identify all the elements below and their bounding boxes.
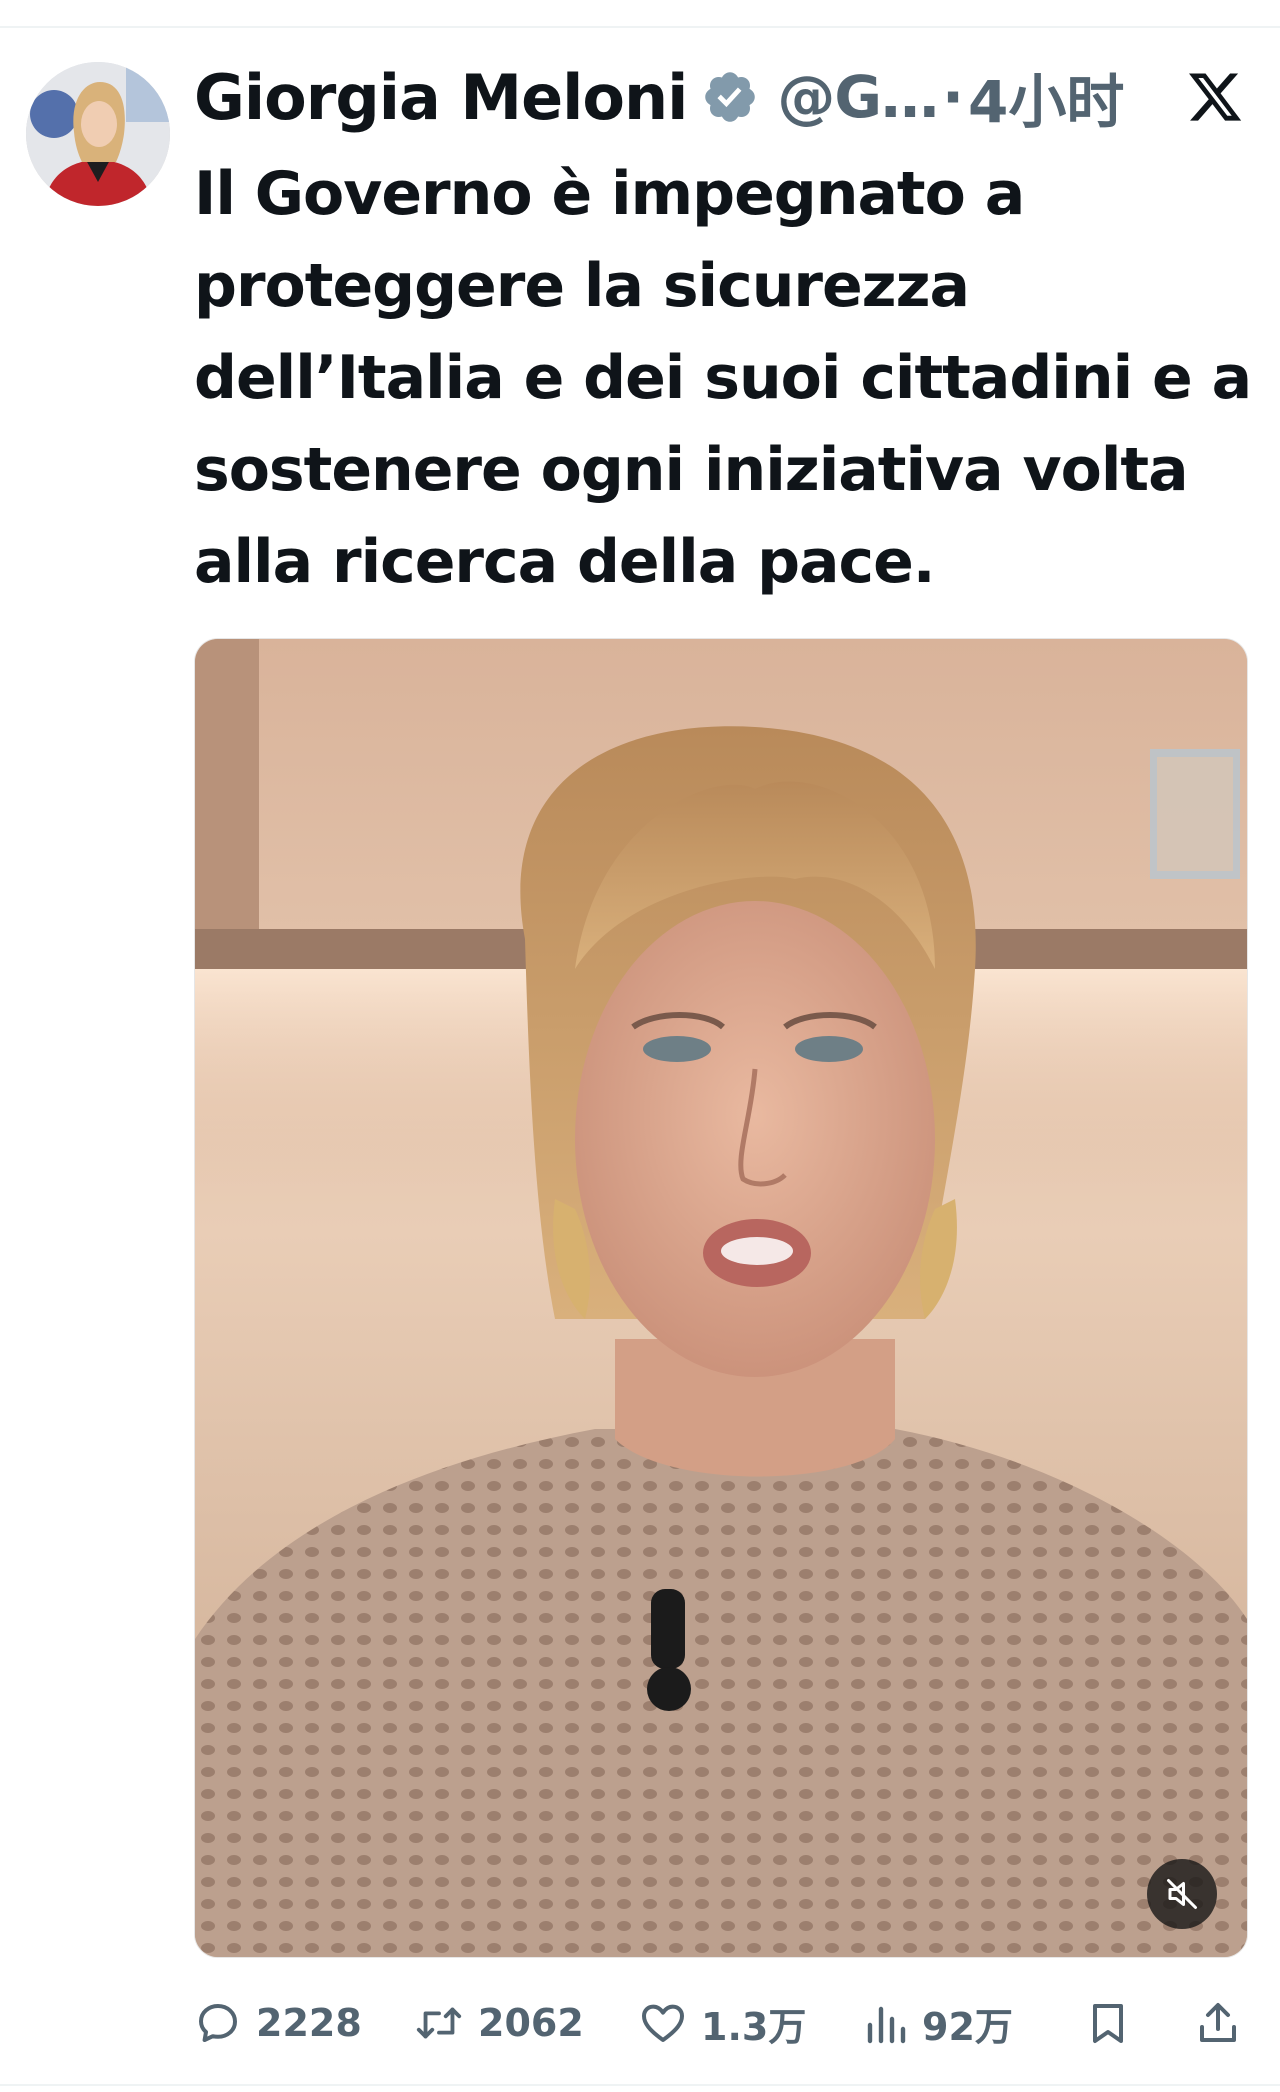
- bookmark-icon: [1093, 2004, 1123, 2043]
- share-button[interactable]: [1194, 1988, 1242, 2058]
- bar-chart-icon: [867, 2006, 906, 2044]
- tweet-header: Giorgia Meloni @G… · 4小时: [194, 58, 1264, 136]
- share-upload-icon: [1200, 2003, 1236, 2042]
- like-count: 1.3万: [701, 2004, 807, 2049]
- tweet-action-bar: 2228 2062 1.3万 92万: [194, 1988, 1254, 2058]
- like-button[interactable]: 1.3万: [639, 1988, 806, 2058]
- views-button[interactable]: 92万: [864, 1988, 1013, 2058]
- repost-count: 2062: [478, 2001, 584, 2045]
- avatar[interactable]: [26, 62, 170, 206]
- heart-icon: [642, 2004, 684, 2042]
- reply-count: 2228: [256, 2001, 362, 2045]
- display-name[interactable]: Giorgia Meloni: [194, 61, 688, 134]
- tweet-timestamp[interactable]: 4小时: [968, 55, 1124, 139]
- x-logo-icon: [1186, 68, 1244, 126]
- mute-toggle-button[interactable]: [1147, 1859, 1217, 1929]
- muted-speaker-icon: [1167, 1879, 1197, 1909]
- video-player[interactable]: [194, 638, 1248, 1958]
- bookmark-button[interactable]: [1084, 1988, 1132, 2058]
- repost-button[interactable]: 2062: [414, 1988, 584, 2058]
- verified-badge-icon[interactable]: [701, 68, 759, 126]
- views-count: 92万: [922, 2004, 1013, 2049]
- top-divider: [0, 26, 1280, 28]
- reply-button[interactable]: 2228: [194, 1988, 362, 2058]
- repost-arrows-icon: [416, 2007, 462, 2039]
- video-frame: [195, 639, 1247, 1957]
- speech-bubble-icon: [199, 2004, 237, 2042]
- tweet-text: Il Governo è impegnato a proteggere la s…: [194, 159, 1252, 597]
- avatar-photo: [26, 62, 170, 206]
- user-handle[interactable]: @G…: [777, 63, 939, 131]
- separator-dot: ·: [941, 63, 965, 131]
- bottom-divider: [0, 2084, 1280, 2086]
